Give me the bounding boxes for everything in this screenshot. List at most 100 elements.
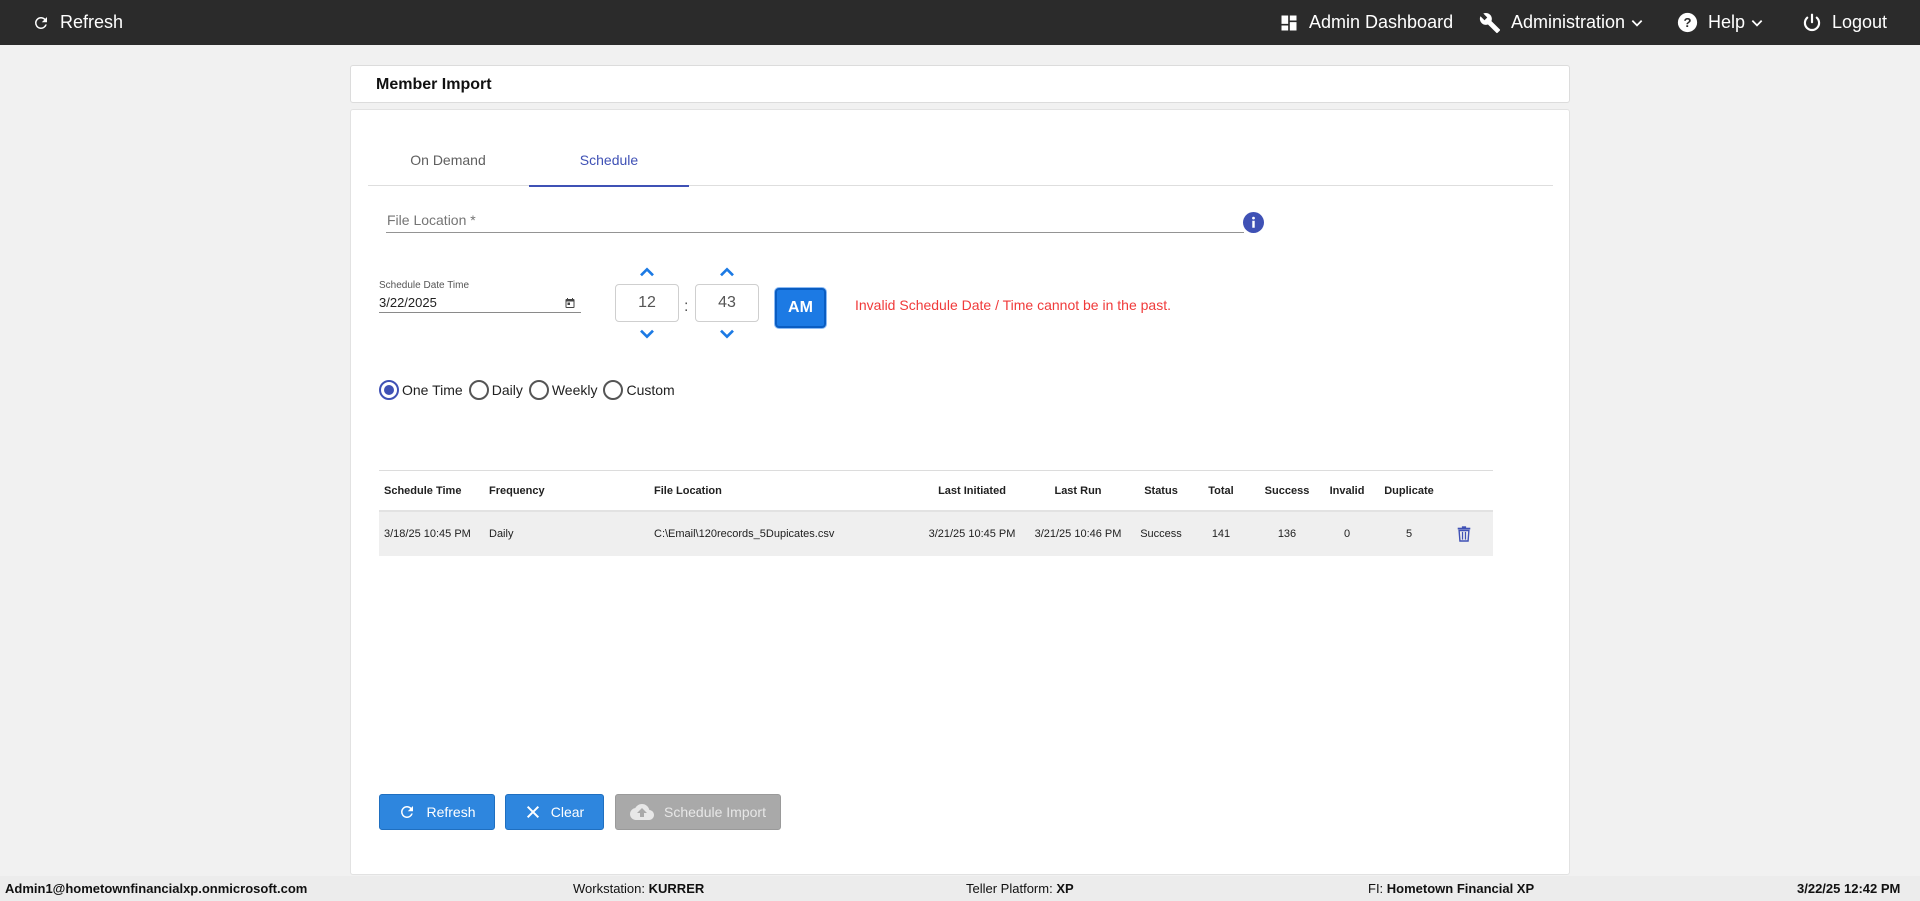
minute-up-chevron-icon[interactable] [695,263,759,281]
top-nav-bar: Refresh Admin Dashboard Administration ?… [0,0,1920,45]
help-menu[interactable]: ? Help [1677,0,1764,45]
chevron-down-icon [1750,16,1764,30]
radio-custom-label: Custom [626,382,675,398]
table-header: Schedule Time Frequency File Location La… [379,470,1493,512]
footer-user: Admin1@hometownfinancialxp.onmicrosoft.c… [5,881,308,896]
power-icon [1802,13,1822,33]
schedule-date-input[interactable]: 3/22/2025 [379,293,581,313]
schedule-date-value: 3/22/2025 [379,295,437,310]
radio-weekly-label: Weekly [551,382,598,398]
info-icon[interactable] [1243,212,1264,233]
administration-menu[interactable]: Administration [1479,0,1644,45]
footer-fi-label: FI: [1368,881,1384,896]
footer-teller-platform-value: XP [1056,881,1074,896]
cell-success: 136 [1277,528,1297,540]
logout-label: Logout [1832,12,1888,32]
administration-label: Administration [1511,12,1626,32]
radio-one-time[interactable]: One Time [379,380,463,400]
refresh-button-label: Refresh [426,804,476,820]
radio-daily-label: Daily [491,382,523,398]
refresh-icon [401,806,414,818]
col-header-duplicate: Duplicate [1384,484,1434,497]
page-title: Member Import [376,76,492,93]
radio-custom[interactable]: Custom [603,380,675,400]
cell-invalid: 0 [1343,528,1351,540]
tab-on-demand[interactable]: On Demand [368,134,528,186]
file-location-field [386,209,1244,233]
footer-teller-platform-label: Teller Platform: [966,881,1053,896]
cell-last-run: 3/21/25 10:46 PM [1034,528,1122,540]
cell-file-location: C:\Email\120records_5Dupicates.csv [654,528,835,540]
help-label: Help [1708,12,1746,32]
refresh-icon [32,14,50,32]
hour-down-chevron-icon[interactable] [615,325,679,343]
col-header-file-location: File Location [654,484,722,497]
cell-duplicate: 5 [1405,528,1413,540]
footer-datetime: 3/22/25 12:42 PM [1797,881,1901,896]
dashboard-icon [1279,13,1299,33]
col-header-last-initiated: Last Initiated [938,484,1006,497]
schedule-import-button[interactable]: Schedule Import [615,794,781,830]
time-separator: : [684,298,689,315]
close-icon [526,805,539,819]
minute-value[interactable]: 43 [695,284,759,322]
cell-status: Success [1140,528,1182,540]
page-title-card: Member Import [350,65,1570,103]
col-header-frequency: Frequency [489,484,545,497]
col-header-total: Total [1208,484,1234,497]
file-location-input[interactable] [386,209,1244,231]
minute-spinner: 43 [695,263,759,343]
admin-dashboard-link[interactable]: Admin Dashboard [1279,0,1453,45]
main-card: On Demand Schedule Schedule Date Time 3/… [350,109,1570,875]
schedule-date-label: Schedule Date Time [379,280,470,291]
error-message: Invalid Schedule Date / Time cannot be i… [855,297,1171,313]
clear-button[interactable]: Clear [505,794,604,830]
chevron-down-icon [1630,16,1644,30]
radio-daily[interactable]: Daily [468,380,523,400]
hour-spinner: 12 [615,263,679,343]
radio-one-time-label: One Time [402,382,463,398]
schedule-table: Schedule Time Frequency File Location La… [379,470,1493,556]
footer-fi: FI: Hometown Financial XP [1368,881,1534,896]
topbar-refresh-label: Refresh [60,12,124,32]
status-bar: Admin1@hometownfinancialxp.onmicrosoft.c… [0,876,1920,901]
footer-workstation: Workstation: KURRER [573,881,704,896]
minute-down-chevron-icon[interactable] [695,325,759,343]
refresh-button[interactable]: Refresh [379,794,495,830]
col-header-invalid: Invalid [1329,484,1365,497]
footer-teller-platform: Teller Platform: XP [966,881,1074,896]
help-icon: ? [1677,12,1698,33]
topbar-refresh-button[interactable]: Refresh [32,0,123,45]
schedule-import-label: Schedule Import [664,804,766,820]
tab-bar: On Demand Schedule [368,134,1553,187]
delete-icon[interactable] [1452,512,1476,556]
tab-schedule[interactable]: Schedule [529,134,689,187]
frequency-radio-group: One Time Daily Weekly Custom [379,380,681,400]
logout-button[interactable]: Logout [1802,0,1887,45]
footer-workstation-value: KURRER [648,881,705,896]
col-header-success: Success [1264,484,1310,497]
footer-workstation-label: Workstation: [573,881,646,896]
wrench-icon [1479,12,1501,34]
radio-circle[interactable] [468,380,489,400]
cell-last-initiated: 3/21/25 10:45 PM [928,528,1016,540]
footer-fi-value: Hometown Financial XP [1386,881,1535,896]
cloud-upload-icon [630,804,655,820]
admin-dashboard-label: Admin Dashboard [1309,12,1454,32]
am-pm-toggle[interactable]: AM [775,288,826,328]
radio-circle[interactable] [528,380,549,400]
clear-button-label: Clear [550,804,585,820]
radio-weekly[interactable]: Weekly [528,380,598,400]
cell-schedule-time: 3/18/25 10:45 PM [384,528,471,540]
hour-value[interactable]: 12 [615,284,679,322]
hour-up-chevron-icon[interactable] [615,263,679,281]
col-header-last-run: Last Run [1054,484,1102,497]
radio-circle[interactable] [379,380,399,400]
col-header-schedule-time: Schedule Time [384,484,462,497]
table-row: 3/18/25 10:45 PM Daily C:\Email\120recor… [379,512,1493,556]
col-header-status: Status [1144,484,1178,497]
svg-text:?: ? [1683,15,1691,30]
calendar-icon[interactable] [564,296,576,314]
radio-circle[interactable] [603,380,624,400]
cell-frequency: Daily [489,528,514,540]
